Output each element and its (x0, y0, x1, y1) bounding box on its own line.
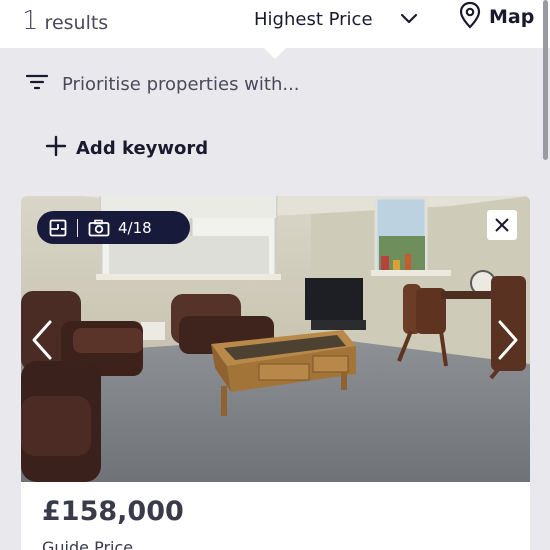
results-count: 1 results (22, 6, 108, 36)
property-card[interactable]: 4/18 £158,000 Guide Price (21, 196, 530, 550)
map-button[interactable]: Map (459, 1, 535, 33)
floorplan-icon (49, 219, 67, 237)
sort-pointer-notch (263, 47, 287, 59)
results-header: 1 results Highest Price Map (0, 0, 550, 48)
camera-icon (88, 219, 110, 237)
results-label: results (44, 12, 109, 34)
scrollbar[interactable] (543, 0, 548, 160)
results-number: 1 (22, 6, 39, 36)
filter-lines-icon (25, 73, 49, 95)
hide-listing-button[interactable] (487, 210, 517, 240)
previous-photo-button[interactable] (27, 318, 57, 362)
close-icon (494, 217, 510, 233)
sort-label: Highest Price (254, 8, 373, 30)
add-keyword-button[interactable]: Add keyword (44, 132, 208, 164)
map-label: Map (489, 6, 535, 28)
property-photo[interactable]: 4/18 (21, 196, 530, 482)
prioritise-filter[interactable]: Prioritise properties with... (25, 70, 300, 98)
price-qualifier: Guide Price (42, 538, 134, 550)
chevron-right-icon (496, 319, 520, 361)
photo-counter: 4/18 (118, 218, 152, 237)
sort-dropdown[interactable]: Highest Price (254, 6, 419, 32)
map-pin-icon (459, 1, 481, 33)
plus-icon (44, 134, 68, 162)
gallery-badge[interactable]: 4/18 (37, 211, 190, 244)
listing-price: £158,000 (42, 496, 184, 527)
add-keyword-label: Add keyword (76, 137, 209, 159)
chevron-left-icon (30, 319, 54, 361)
next-photo-button[interactable] (493, 318, 523, 362)
badge-divider (77, 218, 78, 237)
chevron-down-icon (399, 9, 419, 29)
prioritise-label: Prioritise properties with... (62, 73, 300, 95)
